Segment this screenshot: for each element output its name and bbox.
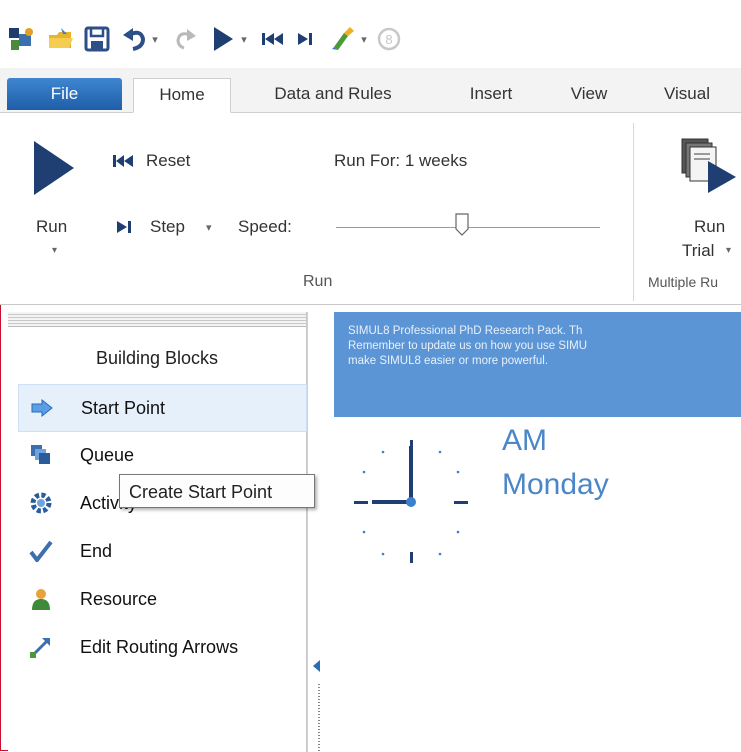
speed-label: Speed:	[238, 217, 292, 236]
block-label: End	[80, 540, 113, 561]
block-label: Queue	[80, 444, 135, 465]
tab-visual[interactable]: Visual	[642, 78, 732, 110]
panel-grip[interactable]	[8, 312, 306, 327]
run-big-icon[interactable]	[30, 139, 76, 202]
block-label: Resource	[80, 588, 158, 609]
speed-slider-thumb[interactable]	[454, 213, 470, 242]
run-trial-label[interactable]: Run	[694, 217, 725, 237]
run-icon[interactable]	[208, 22, 238, 56]
start-point-arrow-icon	[23, 393, 61, 423]
run-dropdown-arrow-icon[interactable]: ▾	[52, 245, 57, 256]
queue-icon	[22, 440, 60, 470]
reset-small-icon[interactable]	[112, 154, 134, 173]
simulation-canvas[interactable]: SIMUL8 Professional PhD Research Pack. T…	[326, 312, 741, 752]
group-run-label: Run	[303, 273, 333, 290]
tab-home[interactable]: Home	[133, 78, 231, 113]
step-icon[interactable]	[292, 22, 320, 56]
block-start-point[interactable]: Start Point	[18, 384, 307, 432]
reset-icon[interactable]	[258, 22, 288, 56]
save-icon[interactable]	[80, 22, 114, 56]
activity-gear-icon	[22, 488, 60, 518]
building-blocks-title: Building Blocks	[95, 348, 219, 368]
redo-icon[interactable]	[170, 22, 200, 56]
tab-file[interactable]: File	[7, 78, 122, 110]
undo-icon[interactable]	[120, 22, 150, 56]
panel-splitter[interactable]	[307, 312, 326, 752]
block-end[interactable]: End	[18, 528, 305, 574]
routing-arrows-icon	[22, 632, 60, 662]
wizard-icon[interactable]	[328, 22, 358, 56]
resource-person-icon	[22, 584, 60, 614]
ribbon-tabs: File Home Data and Rules Insert View Vis…	[0, 68, 741, 113]
block-label: Start Point	[81, 397, 166, 418]
collapse-left-icon[interactable]	[313, 660, 320, 672]
run-dropdown-icon[interactable]: ▾	[238, 22, 250, 56]
group-multiple-runs-label: Multiple Ru	[648, 274, 719, 290]
block-label: Edit Routing Arrows	[80, 636, 239, 657]
end-checkmark-icon	[22, 536, 60, 566]
ribbon-group-separator	[633, 123, 634, 301]
run-for-setting[interactable]: Run For: 1 weeks	[334, 151, 467, 171]
license-banner: SIMUL8 Professional PhD Research Pack. T…	[334, 312, 741, 417]
step-dropdown-arrow-icon[interactable]: ▾	[206, 221, 212, 234]
svg-text:8: 8	[385, 32, 392, 47]
banner-line-1: SIMUL8 Professional PhD Research Pack. T…	[348, 325, 583, 337]
help-icon[interactable]: 8	[374, 22, 404, 56]
building-blocks-panel: Building Blocks Start Point Queue Activi…	[8, 312, 307, 752]
run-trial-icon[interactable]	[680, 137, 738, 204]
clock-ampm: AM	[502, 424, 547, 457]
quick-access-toolbar: ▾ ▾ ▾ 8	[0, 0, 741, 68]
tab-data-and-rules[interactable]: Data and Rules	[248, 78, 418, 110]
ribbon-home: Run ▾ Reset Step ▾ Speed: Run For: 1 wee…	[0, 113, 741, 305]
reset-button[interactable]: Reset	[146, 151, 190, 171]
run-trial-label-2[interactable]: Trial	[682, 241, 714, 261]
tab-insert[interactable]: Insert	[446, 78, 536, 110]
tooltip: Create Start Point	[119, 474, 315, 508]
block-edit-routing-arrows[interactable]: Edit Routing Arrows	[18, 624, 305, 670]
simulation-clock-icon	[348, 430, 468, 575]
simul8-logo-icon[interactable]	[6, 22, 38, 56]
wizard-dropdown-icon[interactable]: ▾	[358, 22, 370, 56]
clock-day: Monday	[502, 468, 609, 501]
open-folder-icon[interactable]	[46, 22, 76, 56]
run-label[interactable]: Run	[36, 217, 67, 237]
tab-view[interactable]: View	[550, 78, 628, 110]
splitter-grip[interactable]	[318, 684, 320, 752]
run-trial-dropdown-arrow-icon[interactable]: ▾	[726, 245, 731, 256]
block-queue[interactable]: Queue	[18, 432, 305, 478]
block-resource[interactable]: Resource	[18, 576, 305, 622]
banner-line-2: Remember to update us on how you use SIM…	[348, 340, 588, 352]
step-button[interactable]: Step	[150, 217, 185, 237]
undo-dropdown-icon[interactable]: ▾	[149, 22, 161, 56]
banner-line-3: make SIMUL8 easier or more powerful.	[348, 355, 549, 367]
step-small-icon[interactable]	[116, 220, 136, 239]
